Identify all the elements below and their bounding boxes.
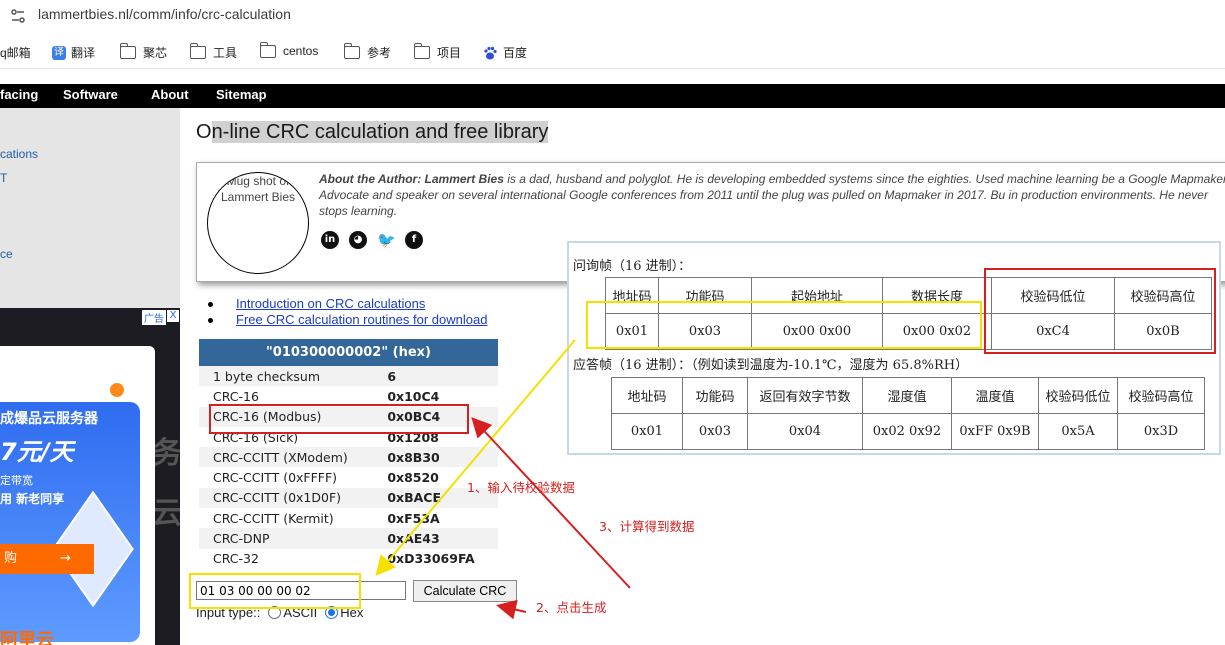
github-icon[interactable]: ◕	[349, 231, 367, 249]
social-links: in ◕ 🐦 f	[321, 231, 423, 249]
annotation-step-1: 1、输入待校验数据	[467, 480, 575, 495]
bookmark-centos[interactable]: centos	[259, 41, 318, 58]
url-text[interactable]: lammertbies.nl/comm/info/crc-calculation	[38, 6, 291, 22]
ad-close-icon[interactable]: X	[167, 310, 179, 322]
calculate-crc-button[interactable]: Calculate CRC	[413, 580, 517, 602]
table-row: CRC-CCITT (0xFFFF) 0x8520	[199, 467, 498, 488]
linkedin-icon[interactable]: in	[321, 231, 339, 249]
ad-label: 广告	[142, 310, 166, 325]
folder-icon	[119, 43, 136, 59]
ad-ghost-text: 云	[152, 496, 180, 531]
site-nav: facing Software About Sitemap	[0, 84, 1225, 108]
query-frame-title: 问询帧（16 进制）：	[573, 259, 692, 274]
advertisement[interactable]: 务 云 广告 X 云 成爆品云服务器 7元/天 定带宽 用 新老同享 购 → 阿里…	[0, 308, 180, 645]
table-row: CRC-CCITT (0x1D0F) 0xBACE	[199, 487, 498, 509]
related-links: Introduction on CRC calculations Free CR…	[207, 296, 487, 328]
arrow-right-icon: →	[60, 551, 71, 566]
sidebar-link-t[interactable]: T	[0, 171, 7, 185]
bookmark-mail[interactable]: q邮箱	[0, 44, 31, 61]
facebook-icon[interactable]: f	[405, 231, 423, 249]
input-highlight-box	[189, 573, 361, 609]
folder-icon	[189, 43, 206, 59]
author-avatar: Mug shot of Lammert Bies	[207, 172, 309, 274]
reply-frame-title: 应答帧（16 进制）：（例如读到温度为-10.1℃，湿度为 65.8%RH）	[573, 358, 969, 373]
table-row: CRC-CCITT (XModem) 0x8B30	[199, 447, 498, 468]
crc-results-table: "010300000002" (hex) 1 byte checksum 6 CR…	[199, 339, 498, 569]
aliyun-logo: 阿里云	[0, 630, 54, 645]
crc-table-header: "010300000002" (hex)	[199, 339, 498, 366]
table-row: CRC-DNP 0xAE43	[199, 528, 498, 549]
bookmark-tools[interactable]: 工具	[189, 43, 237, 61]
bookmark-project[interactable]: 项目	[413, 43, 461, 61]
sidebar-link-ce[interactable]: ce	[0, 247, 13, 261]
bookmark-baidu[interactable]: 百度	[482, 44, 527, 61]
author-bio: About the Author: Lammert Bies is a dad,…	[319, 172, 1225, 218]
ad-buy-button[interactable]: 购 →	[0, 544, 94, 574]
table-row: CRC-CCITT (Kermit) 0xF53A	[199, 508, 498, 529]
table-row: 1 byte checksum 6	[199, 366, 498, 387]
list-item: Free CRC calculation routines for downlo…	[207, 312, 487, 328]
nav-about[interactable]: About	[151, 87, 189, 102]
bookmark-juxin[interactable]: 聚芯	[119, 43, 167, 61]
modbus-result-highlight-box	[209, 404, 469, 434]
folder-icon	[413, 43, 430, 59]
ad-price: 7元/天	[0, 438, 74, 466]
annotation-step-3: 3、计算得到数据	[599, 519, 695, 534]
ad-dot	[110, 383, 124, 397]
ad-line: 定带宽	[0, 474, 33, 487]
nav-sitemap[interactable]: Sitemap	[216, 87, 267, 102]
data-highlight-box	[586, 301, 982, 349]
bookmark-reference[interactable]: 参考	[343, 43, 391, 61]
translate-icon: 译	[52, 45, 66, 60]
bookmarks-bar: q邮箱 译翻译 聚芯 工具 centos 参考 项目 百度	[0, 36, 1225, 69]
twitter-icon[interactable]: 🐦	[377, 231, 396, 249]
link-introduction[interactable]: Introduction on CRC calculations	[236, 296, 425, 311]
list-item: Introduction on CRC calculations	[207, 296, 487, 312]
annotation-step-2: 2、点击生成	[536, 600, 607, 615]
ad-ghost-text: 务	[152, 436, 180, 471]
baidu-icon	[484, 46, 497, 59]
checksum-highlight-box	[984, 268, 1216, 354]
site-settings-icon[interactable]	[10, 8, 26, 24]
reply-frame-table: 地址码 功能码 返回有效字节数 湿度值 温度值 校验码低位 校验码高位 0x01…	[611, 377, 1205, 450]
page-title: On-line CRC calculation and free library	[196, 121, 549, 143]
nav-interfacing[interactable]: facing	[0, 87, 38, 102]
ad-line: 云	[0, 382, 16, 400]
sidebar: cations T ce	[0, 108, 180, 308]
sidebar-link-applications[interactable]: cations	[0, 147, 38, 161]
folder-icon	[259, 41, 276, 58]
bookmark-translate[interactable]: 译翻译	[52, 44, 95, 61]
nav-software[interactable]: Software	[63, 87, 118, 102]
folder-icon	[343, 43, 360, 59]
ad-line: 用 新老同享	[0, 492, 65, 506]
address-bar[interactable]: lammertbies.nl/comm/info/crc-calculation	[0, 0, 1225, 32]
link-free-routines[interactable]: Free CRC calculation routines for downlo…	[236, 312, 487, 327]
ad-line: 成爆品云服务器	[0, 411, 98, 427]
table-row: CRC-32 0xD33069FA	[199, 548, 498, 569]
